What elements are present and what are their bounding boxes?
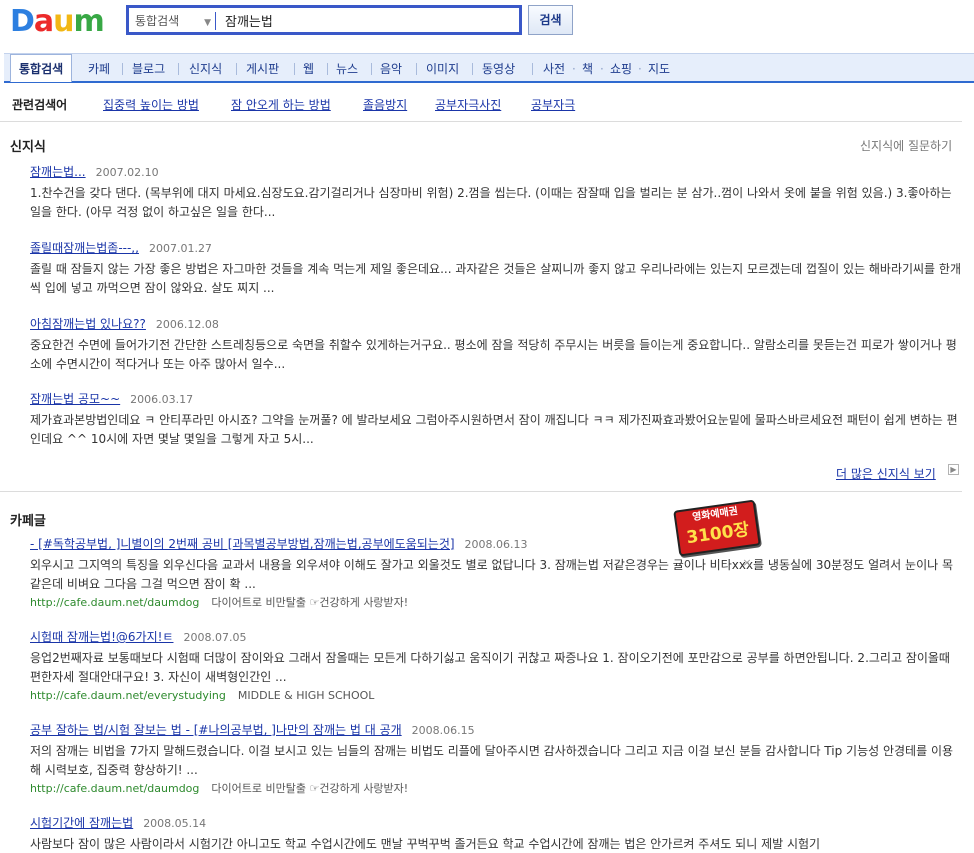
caret-down-icon: ▼ <box>204 18 211 28</box>
tab-divider <box>532 63 533 75</box>
related-search-link[interactable]: 졸음방지 <box>363 96 407 113</box>
tab-divider <box>236 63 237 75</box>
cafe-name[interactable]: 다이어트로 비만탈출 ☞건강하게 사랑받자! <box>211 596 408 609</box>
related-search-link[interactable]: 집중력 높이는 방법 <box>103 96 199 113</box>
result-snippet: 제가효과본방법인데요 ㅋ 안티푸라민 아시죠? 그약을 눈꺼풀? 에 발라보세요… <box>30 413 958 446</box>
tab-shopping[interactable]: 쇼핑 <box>610 59 632 79</box>
tab-music[interactable]: 음악 <box>380 59 402 79</box>
cafe-section-title: 카페글 <box>10 514 46 529</box>
result-title-link[interactable]: - [#독학공부법, ]니별이의 2번째 공비 [과목별공부방법,잠깨는법,공부… <box>30 537 455 551</box>
cafe-result: 시험때 잠깨는법!@6가지!ㅌ 2008.07.05 응업2번째자료 보통때보다 … <box>30 628 962 705</box>
tab-knowledge[interactable]: 신지식 <box>189 59 222 79</box>
logo-letter: u <box>53 4 74 39</box>
tab-dictionary[interactable]: 사전 <box>543 59 565 79</box>
related-searches: 관련검색어 집중력 높이는 방법 잠 안오게 하는 방법 졸음방지 공부자극사진… <box>0 90 962 122</box>
knowledge-result: 졸릴때잠깨는법좀---,, 2007.01.27 졸릴 때 잠들지 않는 가장 좋… <box>30 239 962 298</box>
result-title-link[interactable]: 공부 잘하는 법/시험 잘보는 법 - [#나의공부법, ]나만의 잠깨는 법 … <box>30 723 402 737</box>
result-date: 2008.07.05 <box>183 631 247 644</box>
ask-question-link[interactable]: 신지식에 질문하기 <box>860 137 952 154</box>
result-title-link[interactable]: 졸릴때잠깨는법좀---,, <box>30 241 139 255</box>
tab-divider <box>416 63 417 75</box>
tab-integrated-search[interactable]: 통합검색 <box>10 54 73 82</box>
tab-blog[interactable]: 블로그 <box>132 59 165 79</box>
related-search-link[interactable]: 공부자극사진 <box>435 96 501 113</box>
cafe-result: 공부 잘하는 법/시험 잘보는 법 - [#나의공부법, ]나만의 잠깨는 법 … <box>30 721 962 798</box>
knowledge-result: 잠깨는법 공모~~ 2006.03.17 제가효과본방법인데요 ㅋ 안티푸라민 아… <box>30 390 962 449</box>
result-source: http://cafe.daum.net/daumdog 다이어트로 비만탈출 ☞… <box>30 594 962 612</box>
search-category-select[interactable]: 통합검색 ▼ <box>135 12 215 30</box>
search-box: 통합검색 ▼ <box>126 5 522 35</box>
result-title-link[interactable]: 시험때 잠깨는법!@6가지!ㅌ <box>30 630 173 644</box>
tab-divider <box>178 63 179 75</box>
result-url[interactable]: http://cafe.daum.net/daumdog <box>30 596 199 609</box>
result-snippet: 졸릴 때 잠들지 않는 가장 좋은 방법은 자그마한 것들을 계속 먹는게 제일… <box>30 262 961 295</box>
tab-map[interactable]: 지도 <box>648 59 670 79</box>
search-button[interactable]: 검색 <box>528 5 573 35</box>
tab-dot: · <box>638 62 642 76</box>
tab-images[interactable]: 이미지 <box>426 59 459 79</box>
result-snippet: 외우시고 그지역의 특징을 외우신다음 교과서 내용을 외우셔야 이해도 잘가고… <box>30 558 954 591</box>
result-snippet: 1.찬수건을 갖다 댄다. (목부위에 대지 마세요.심장도요.감기걸리거나 심… <box>30 186 952 219</box>
result-url[interactable]: http://cafe.daum.net/everystudying <box>30 689 226 702</box>
tab-divider <box>294 63 295 75</box>
logo-letter: a <box>33 4 54 39</box>
result-date: 2006.12.08 <box>155 318 219 331</box>
tab-divider <box>122 63 123 75</box>
cafe-name[interactable]: 다이어트로 비만탈출 ☞건강하게 사랑받자! <box>211 782 408 795</box>
tab-divider <box>371 63 372 75</box>
cafe-result: - [#독학공부법, ]니별이의 2번째 공비 [과목별공부방법,잠깨는법,공부… <box>30 535 962 612</box>
result-title-link[interactable]: 시험기간에 잠깨는법 <box>30 816 133 830</box>
tab-news[interactable]: 뉴스 <box>336 59 358 79</box>
result-date: 2007.01.27 <box>148 242 212 255</box>
tab-divider <box>327 63 328 75</box>
result-date: 2008.06.13 <box>464 538 528 551</box>
result-title-link[interactable]: 잠깨는법... <box>30 165 86 179</box>
result-snippet: 중요한건 수면에 들어가기전 간단한 스트레칭등으로 숙면을 취할수 있게하는거… <box>30 338 957 371</box>
result-date: 2006.03.17 <box>130 393 194 406</box>
result-snippet: 저의 잠깨는 비법을 7가지 말해드렸습니다. 이걸 보시고 있는 님들의 잠깨… <box>30 744 954 777</box>
tab-books[interactable]: 책 <box>582 59 593 79</box>
header: Daum 통합검색 ▼ 검색 <box>0 0 974 48</box>
result-date: 2007.02.10 <box>95 166 159 179</box>
tab-board[interactable]: 게시판 <box>246 59 279 79</box>
tab-divider <box>472 63 473 75</box>
tab-web[interactable]: 웹 <box>303 59 314 79</box>
result-source: http://cafe.daum.net/everystudying MIDDLE… <box>30 687 962 705</box>
cafe-name[interactable]: MIDDLE & HIGH SCHOOL <box>238 689 375 702</box>
close-icon[interactable]: × <box>741 557 753 569</box>
more-knowledge-link[interactable]: 더 많은 신지식 보기 <box>836 465 936 482</box>
result-url[interactable]: http://cafe.daum.net/daumdog <box>30 782 199 795</box>
search-tabs: 통합검색 카페 블로그 신지식 게시판 웹 뉴스 음악 이미지 동영상 사전 ·… <box>4 53 974 83</box>
result-snippet: 응업2번째자료 보통때보다 시험때 더많이 잠이와요 그래서 잠올때는 모든게 … <box>30 651 950 684</box>
logo-letter: m <box>73 4 105 39</box>
result-snippet: 사람보다 잠이 많은 사람이라서 시험기간 아니고도 학교 수업시간에도 맨날 … <box>30 837 821 851</box>
knowledge-section-title: 신지식 <box>10 140 46 155</box>
result-date: 2008.06.15 <box>411 724 475 737</box>
related-search-link[interactable]: 공부자극 <box>531 96 575 113</box>
knowledge-result: 아침잠깨는법 있나요?? 2006.12.08 중요한건 수면에 들어가기전 간단… <box>30 315 962 374</box>
search-input[interactable] <box>225 9 515 31</box>
section-divider <box>0 491 962 492</box>
daum-logo[interactable]: Daum <box>10 4 105 40</box>
search-divider <box>215 12 216 30</box>
search-category-label: 통합검색 <box>135 14 180 28</box>
cafe-result: 시험기간에 잠깨는법 2008.05.14 사람보다 잠이 많은 사람이라서 시험… <box>30 814 962 853</box>
related-searches-title: 관련검색어 <box>12 98 68 112</box>
result-title-link[interactable]: 잠깨는법 공모~~ <box>30 392 120 406</box>
result-source: http://cafe.daum.net/daumdog 다이어트로 비만탈출 ☞… <box>30 780 962 798</box>
knowledge-result: 잠깨는법... 2007.02.10 1.찬수건을 갖다 댄다. (목부위에 대지… <box>30 163 962 222</box>
tab-dot: · <box>572 62 576 76</box>
result-date: 2008.05.14 <box>143 817 207 830</box>
tab-videos[interactable]: 동영상 <box>482 59 515 79</box>
arrow-right-icon[interactable]: ▶ <box>948 464 959 475</box>
related-search-link[interactable]: 잠 안오게 하는 방법 <box>231 96 331 113</box>
logo-letter: D <box>10 4 35 39</box>
tab-dot: · <box>600 62 604 76</box>
result-title-link[interactable]: 아침잠깨는법 있나요?? <box>30 317 146 331</box>
tab-cafe[interactable]: 카페 <box>88 59 110 79</box>
